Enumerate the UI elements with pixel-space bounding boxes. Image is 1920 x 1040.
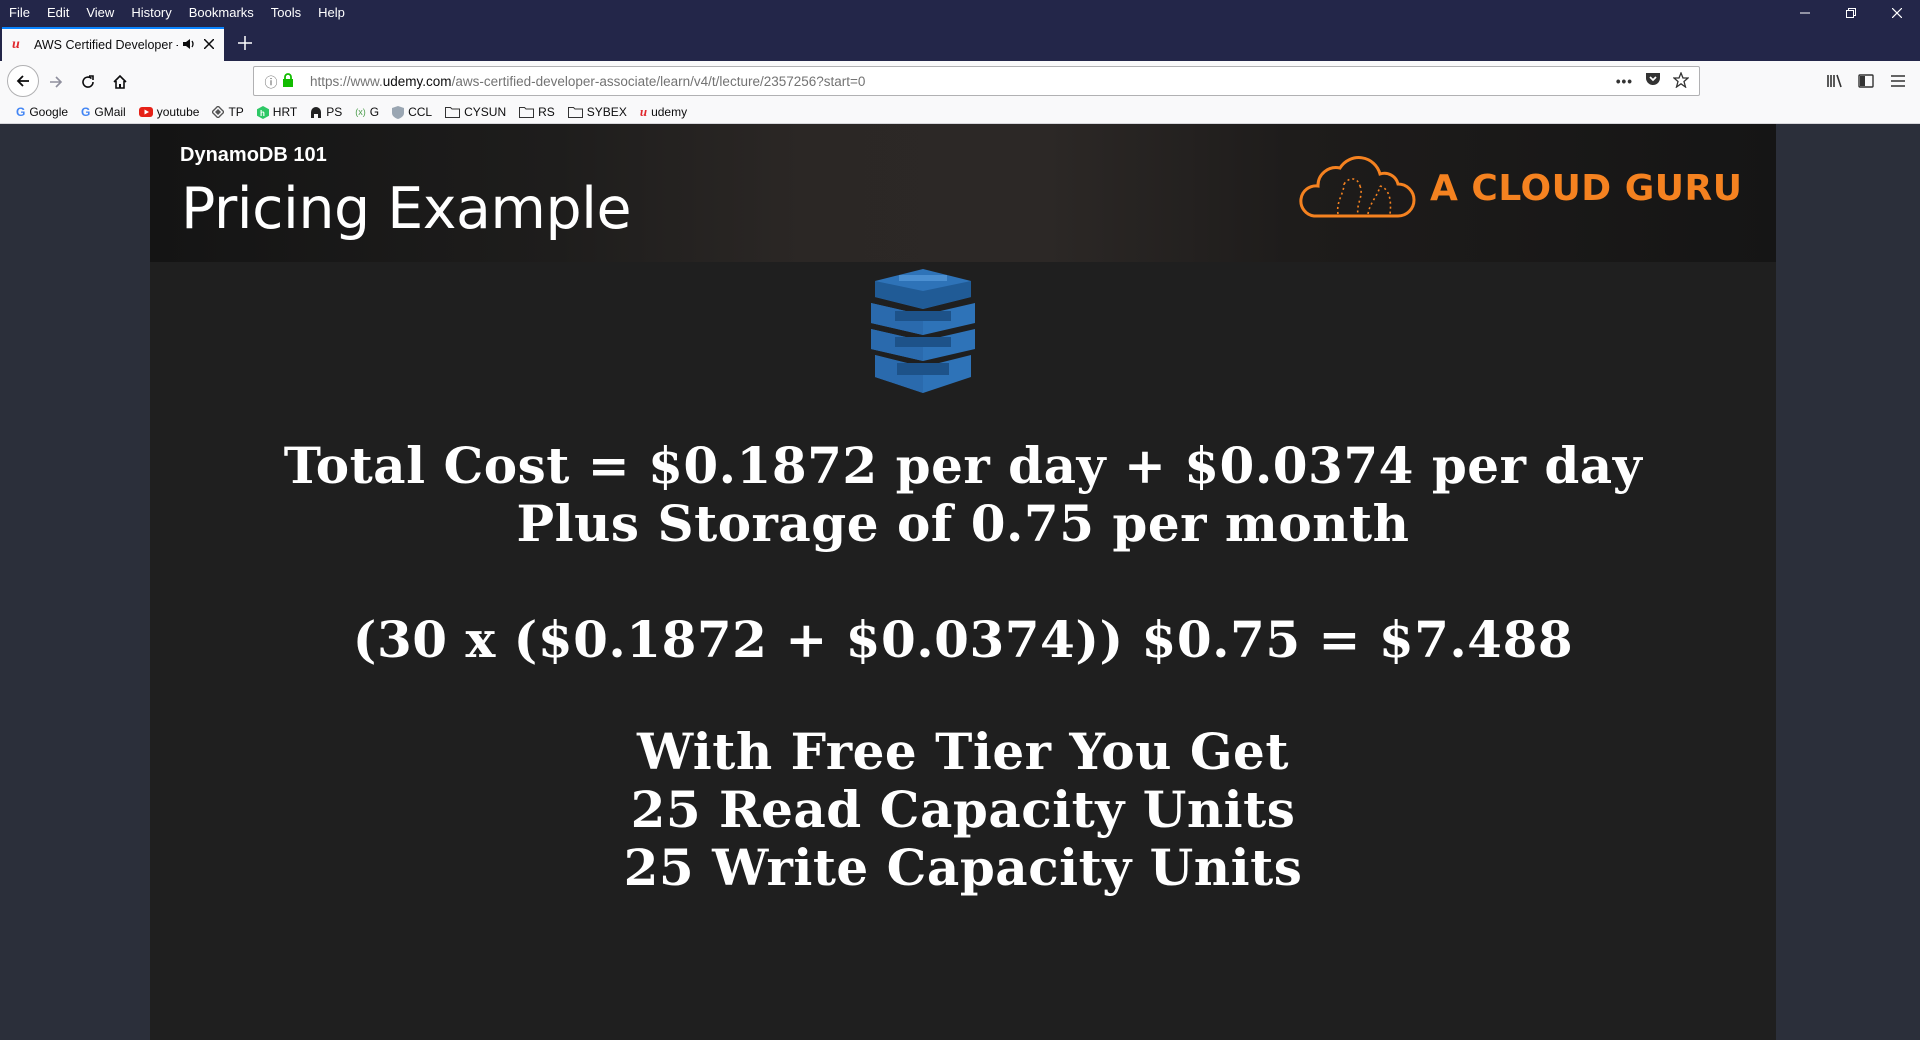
brand-name: A CLOUD GURU	[1430, 167, 1743, 209]
close-icon	[203, 38, 215, 50]
back-button[interactable]	[7, 65, 39, 97]
bookmark-ps[interactable]: PS	[310, 105, 342, 119]
slide-line-write-units: 25 Write Capacity Units	[623, 838, 1303, 897]
menu-view[interactable]: View	[77, 5, 122, 20]
reload-button[interactable]	[74, 68, 102, 96]
youtube-icon	[138, 107, 153, 117]
nav-toolbar: ⓘ https://www.udemy.com/aws-certified-de…	[0, 61, 1920, 101]
bookmark-google[interactable]: G Google	[16, 105, 68, 119]
bookmark-rs[interactable]: RS	[519, 105, 555, 119]
arrow-left-icon	[16, 75, 29, 87]
bookmark-sybex[interactable]: SYBEX	[567, 105, 627, 119]
bookmark-g[interactable]: (x) G	[355, 105, 379, 119]
menu-file[interactable]: File	[0, 5, 38, 20]
close-tab-button[interactable]	[200, 38, 218, 52]
video-player[interactable]: DynamoDB 101 Pricing Example A CLOUD GUR…	[150, 124, 1776, 1040]
brand-logo: A CLOUD GURU	[1298, 156, 1742, 220]
udemy-icon: u	[639, 104, 648, 119]
plus-icon	[238, 36, 252, 50]
hackerrank-icon: h	[256, 105, 269, 119]
g-icon: (x)	[355, 107, 366, 117]
slide-title: Pricing Example	[181, 176, 632, 242]
menu-edit[interactable]: Edit	[38, 5, 77, 20]
speaker-icon[interactable]	[182, 38, 196, 53]
svg-text:h: h	[260, 109, 265, 118]
address-bar[interactable]: ⓘ https://www.udemy.com/aws-certified-de…	[253, 66, 1700, 96]
home-icon	[113, 74, 127, 89]
bookmark-tp[interactable]: TP	[212, 105, 244, 119]
bookmark-hrt[interactable]: h HRT	[256, 105, 297, 119]
cloud-logo-icon	[1299, 156, 1416, 218]
slide-line-read-units: 25 Read Capacity Units	[630, 780, 1296, 839]
lock-icon[interactable]	[282, 72, 300, 90]
minimize-button[interactable]	[1782, 0, 1828, 25]
slide-line-total-cost: Total Cost = $0.1872 per day + $0.0374 p…	[283, 436, 1643, 495]
slide-line-storage: Plus Storage of 0.75 per month	[516, 494, 1410, 553]
bookmark-star-icon[interactable]	[1672, 70, 1690, 91]
library-icon[interactable]	[1818, 74, 1850, 88]
info-icon[interactable]: ⓘ	[262, 72, 280, 91]
arrow-right-icon	[50, 76, 63, 88]
google-icon: G	[16, 105, 26, 119]
tab-title: AWS Certified Developer - A	[34, 38, 178, 52]
tab-active[interactable]: u AWS Certified Developer - A	[2, 27, 224, 61]
menu-bookmarks[interactable]: Bookmarks	[180, 5, 262, 20]
menu-tools[interactable]: Tools	[262, 5, 309, 20]
folder-icon	[567, 106, 583, 118]
restore-button[interactable]	[1828, 0, 1874, 25]
udemy-icon: u	[12, 37, 20, 52]
ps-icon	[310, 106, 322, 118]
folder-icon	[445, 106, 461, 118]
menu-help[interactable]: Help	[309, 5, 353, 20]
more-actions-icon[interactable]: •••	[1616, 74, 1633, 89]
dynamodb-icon	[871, 269, 975, 393]
slide-line-free-tier: With Free Tier You Get	[637, 722, 1289, 781]
slide-header: DynamoDB 101 Pricing Example A CLOUD GUR…	[150, 124, 1776, 262]
menu-bar: File Edit View History Bookmarks Tools H…	[0, 0, 1920, 25]
bookmarks-toolbar: G Google G GMail youtube TP h HRT PS (x) G C…	[0, 101, 1920, 124]
slide-line-calculation: (30 x ($0.1872 + $0.0374)) $0.75 = $7.48…	[352, 610, 1574, 669]
pocket-icon[interactable]	[1645, 72, 1661, 90]
bookmark-cysun[interactable]: CYSUN	[445, 105, 506, 119]
close-icon	[1892, 7, 1902, 18]
new-tab-button[interactable]	[232, 30, 258, 56]
bookmark-ccl[interactable]: CCL	[392, 105, 432, 119]
bookmark-youtube[interactable]: youtube	[138, 105, 199, 119]
home-button[interactable]	[106, 68, 134, 96]
sidebar-icon[interactable]	[1850, 74, 1882, 88]
restore-icon	[1846, 7, 1856, 18]
url-text[interactable]: https://www.udemy.com/aws-certified-deve…	[310, 74, 1616, 89]
bookmark-gmail[interactable]: G GMail	[81, 105, 126, 119]
window-controls	[1782, 0, 1920, 25]
ccl-icon	[392, 105, 405, 119]
folder-icon	[519, 106, 535, 118]
minimize-icon	[1800, 12, 1810, 13]
reload-icon	[82, 75, 94, 88]
close-window-button[interactable]	[1874, 0, 1920, 25]
tab-strip: u AWS Certified Developer - A	[0, 25, 1920, 61]
google-icon: G	[81, 105, 91, 119]
page-viewport: DynamoDB 101 Pricing Example A CLOUD GUR…	[0, 124, 1920, 1040]
hamburger-menu-icon[interactable]	[1882, 75, 1914, 87]
slide-subtitle: DynamoDB 101	[180, 144, 327, 166]
bookmark-udemy[interactable]: u udemy	[640, 104, 687, 120]
menu-history[interactable]: History	[122, 5, 179, 20]
tp-icon	[212, 106, 225, 118]
forward-button[interactable]	[42, 68, 70, 96]
